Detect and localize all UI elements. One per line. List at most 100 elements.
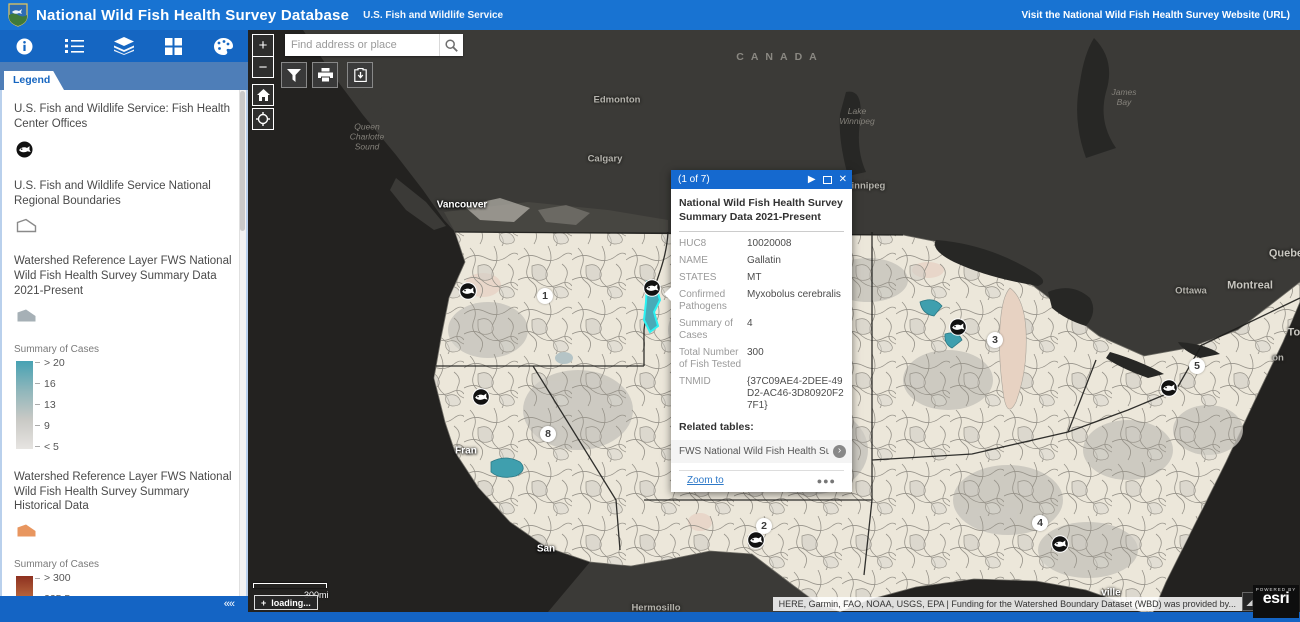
more-options-button[interactable]: ●●● — [817, 476, 836, 486]
draw-button[interactable] — [206, 33, 240, 59]
popup-maximize-button[interactable] — [823, 176, 832, 184]
ramp-tick: > 300 — [35, 573, 71, 583]
region-number-label: 4 — [1032, 515, 1048, 531]
field-row: Summary of Cases4 — [679, 318, 844, 342]
map-attribution: HERE, Garmin, FAO, NOAA, USGS, EPA | Fun… — [773, 597, 1242, 611]
scale-bar — [253, 583, 327, 588]
fish-health-center-marker[interactable] — [472, 388, 490, 406]
watershed-2021-swatch — [16, 308, 232, 328]
panel-scrollbar[interactable] — [239, 90, 246, 596]
popup-footer: Zoom to ●●● — [679, 470, 844, 492]
fish-marker-icon — [1051, 535, 1069, 553]
legend-button[interactable] — [57, 33, 91, 59]
loading-indicator: + loading... — [254, 595, 318, 610]
fish-marker-icon — [459, 282, 477, 300]
region-number-label: 1 — [537, 288, 553, 304]
page-title: National Wild Fish Health Survey Databas… — [36, 7, 349, 24]
popup-pager: (1 of 7) — [678, 174, 801, 185]
filter-icon — [287, 69, 301, 82]
zoom-to-link[interactable]: Zoom to — [687, 475, 724, 486]
collapse-panel-button[interactable]: «« — [224, 598, 234, 610]
fish-marker-icon — [643, 279, 661, 297]
popup-header[interactable]: (1 of 7) ▶ ✕ — [671, 170, 852, 189]
fish-marker-icon — [949, 318, 967, 336]
search-input[interactable] — [285, 34, 439, 56]
loading-spinner-icon: + — [261, 598, 266, 608]
polygon-gray-icon — [16, 308, 37, 323]
search-button[interactable] — [439, 34, 463, 56]
loading-text: loading... — [271, 598, 311, 608]
legend-section-title: U.S. Fish and Wildlife Service National … — [14, 179, 232, 209]
fish-center-swatch — [16, 141, 232, 163]
popup-body: National Wild Fish Health Survey Summary… — [671, 189, 852, 492]
fish-health-center-marker[interactable] — [459, 282, 477, 300]
fish-marker-icon — [747, 531, 765, 549]
related-table-item[interactable]: FWS National Wild Fish Health Survey ...… — [671, 440, 852, 463]
legend-section-title: U.S. Fish and Wildlife Service: Fish Hea… — [14, 102, 232, 132]
boundary-outline-swatch — [16, 218, 232, 238]
fish-health-center-marker[interactable] — [643, 279, 661, 297]
sidebar: Legend U.S. Fish and Wildlife Service: F… — [0, 62, 248, 596]
ramp-tick: > 20 — [35, 358, 65, 368]
legend-panel: U.S. Fish and Wildlife Service: Fish Hea… — [0, 90, 248, 596]
search-box — [285, 34, 463, 56]
legend-section-title: Watershed Reference Layer FWS National W… — [14, 254, 232, 299]
field-row: HUC810020008 — [679, 238, 844, 250]
fish-health-center-marker[interactable] — [1051, 535, 1069, 553]
field-row: Total Number of Fish Tested300 — [679, 347, 844, 371]
field-row: Confirmed PathogensMyxobolus cerebralis — [679, 289, 844, 313]
basemap-button[interactable] — [157, 33, 191, 59]
legend-list-icon — [65, 38, 84, 54]
popup-next-button[interactable]: ▶ — [808, 175, 816, 185]
page-subtitle: U.S. Fish and Wildlife Service — [363, 10, 503, 21]
chevron-right-icon[interactable]: › — [833, 445, 846, 458]
color-ramp — [16, 361, 33, 449]
region-number-label: 3 — [987, 332, 1003, 348]
esri-logo[interactable]: POWERED BY esri — [1253, 585, 1299, 618]
zoom-out-button[interactable]: − — [252, 56, 274, 78]
field-row: STATESMT — [679, 272, 844, 284]
ramp-label: Summary of Cases — [14, 344, 232, 355]
sidebar-footer: «« — [0, 596, 248, 612]
locate-button[interactable] — [252, 108, 274, 130]
basemap-grid-icon — [165, 38, 182, 55]
summary-cases-ramp-current: > 20 16 13 9 < 5 — [16, 361, 232, 452]
app-window: National Wild Fish Health Survey Databas… — [0, 0, 1300, 622]
widget-toolbar — [0, 30, 248, 62]
field-row: TNMID{37C09AE4-2DEE-49D2-AC46-3D80920F27… — [679, 376, 844, 412]
filter-button[interactable] — [281, 62, 307, 88]
summary-cases-ramp-historical: > 300 225.5 151 76.5 < 2 — [16, 576, 232, 596]
info-icon — [16, 38, 33, 55]
popup-title: National Wild Fish Health Survey Summary… — [679, 197, 844, 224]
field-row: NAMEGallatin — [679, 255, 844, 267]
legend-section-title: Watershed Reference Layer FWS National W… — [14, 470, 232, 515]
region-number-label: 5 — [1189, 358, 1205, 374]
region-number-label: 8 — [540, 426, 556, 442]
fish-health-center-marker[interactable] — [1160, 379, 1178, 397]
fish-marker-icon — [1160, 379, 1178, 397]
popup-close-button[interactable]: ✕ — [839, 175, 847, 185]
info-button[interactable] — [8, 33, 42, 59]
layers-button[interactable] — [107, 33, 141, 59]
print-button[interactable] — [312, 62, 338, 88]
usfws-logo-icon — [8, 3, 28, 27]
ramp-tick: 9 — [35, 421, 65, 431]
fish-health-center-marker[interactable] — [747, 531, 765, 549]
website-link[interactable]: Visit the National Wild Fish Health Surv… — [1022, 10, 1290, 21]
fish-marker-icon — [472, 388, 490, 406]
zoom-in-button[interactable]: + — [252, 34, 274, 56]
fish-health-center-marker[interactable] — [949, 318, 967, 336]
tab-legend[interactable]: Legend — [4, 71, 64, 90]
map-canvas[interactable]: CANADAEdmontonCalgaryVancouverQueen Char… — [248, 30, 1300, 612]
popup-divider — [679, 231, 844, 232]
search-icon — [445, 39, 458, 52]
popup-pointer — [664, 287, 671, 301]
app-header: National Wild Fish Health Survey Databas… — [0, 0, 1300, 30]
home-icon — [257, 89, 270, 101]
polygon-outline-icon — [16, 218, 37, 233]
palette-icon — [214, 38, 233, 55]
fish-marker-icon — [16, 141, 33, 158]
related-tables-label: Related tables: — [679, 421, 844, 433]
select-button[interactable] — [347, 62, 373, 88]
home-button[interactable] — [252, 84, 274, 106]
